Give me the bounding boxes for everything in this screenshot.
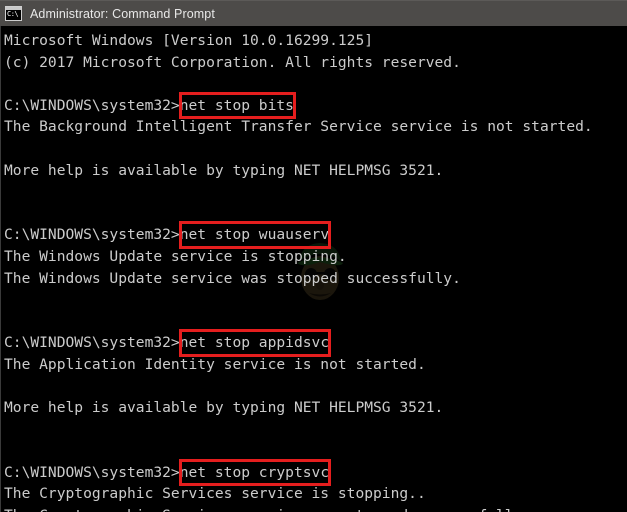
console-command-line: C:\WINDOWS\system32>net stop appidsvc [4, 329, 627, 357]
icon-prompt-glyph: C:\ [7, 10, 19, 18]
highlighted-command: net stop wuauserv [178, 221, 332, 249]
console-output-line: The Windows Update service was stopped s… [4, 269, 461, 287]
highlighted-command: net stop cryptsvc [178, 458, 332, 487]
highlighted-command: net stop appidsvc [178, 329, 332, 357]
console-output-line: Microsoft Windows [Version 10.0.16299.12… [4, 32, 374, 49]
command-prompt-window: C:\ Administrator: Command Prompt Micros… [0, 0, 627, 512]
console-prompt: C:\WINDOWS\system32> [4, 334, 180, 352]
console-output-line: The Cryptographic Services service is st… [4, 485, 426, 503]
console-command-line: C:\WINDOWS\system32>net stop bits [4, 91, 627, 119]
window-title: Administrator: Command Prompt [30, 6, 215, 21]
console-output-area[interactable]: Microsoft Windows [Version 10.0.16299.12… [0, 26, 627, 512]
console-output-line: More help is available by typing NET HEL… [4, 161, 444, 179]
command-prompt-icon: C:\ [5, 6, 22, 21]
console-prompt: C:\WINDOWS\system32> [4, 463, 180, 481]
console-output-line: More help is available by typing NET HEL… [4, 399, 444, 417]
console-text: Microsoft Windows [Version 10.0.16299.12… [4, 30, 627, 512]
console-prompt: C:\WINDOWS\system32> [4, 226, 180, 244]
highlighted-command: net stop bits [178, 91, 297, 119]
console-output-line: The Application Identity service is not … [4, 355, 426, 373]
window-titlebar[interactable]: C:\ Administrator: Command Prompt [0, 0, 627, 26]
console-command-line: C:\WINDOWS\system32>net stop wuauserv [4, 221, 627, 249]
console-output-line: The Cryptographic Services service was s… [4, 505, 627, 512]
console-output-line: (c) 2017 Microsoft Corporation. All righ… [4, 53, 461, 71]
console-output-line: The Windows Update service is stopping. [4, 247, 347, 265]
console-command-line: C:\WINDOWS\system32>net stop cryptsvc [4, 458, 627, 487]
console-output-line: The Background Intelligent Transfer Serv… [4, 118, 593, 136]
console-prompt: C:\WINDOWS\system32> [4, 96, 180, 114]
